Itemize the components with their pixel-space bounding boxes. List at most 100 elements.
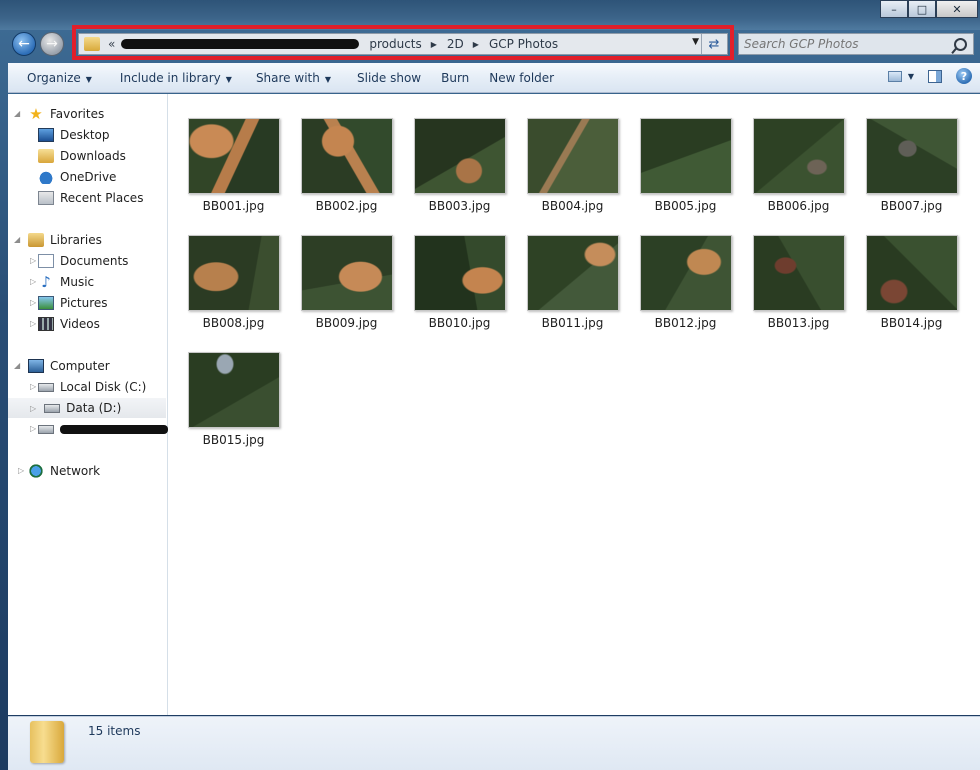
share-with-menu[interactable]: Share with ▼ — [242, 71, 341, 85]
include-in-library-menu[interactable]: Include in library ▼ — [102, 71, 242, 85]
organize-menu[interactable]: Organize ▼ — [8, 71, 102, 85]
file-item[interactable]: BB010.jpg — [403, 235, 516, 330]
collapse-arrow-icon[interactable]: ◢ — [14, 361, 20, 370]
expand-arrow-icon[interactable]: ▷ — [30, 277, 36, 286]
navigation-pane: ◢ ★ Favorites Desktop Downloads OneDrive … — [8, 94, 168, 715]
sidebar-item-data-d[interactable]: ▷ Data (D:) — [8, 398, 166, 418]
hard-drive-icon — [44, 403, 61, 413]
include-in-library-label: Include in library — [119, 70, 221, 85]
file-item[interactable]: BB004.jpg — [516, 118, 629, 213]
expand-arrow-icon[interactable]: ▷ — [18, 466, 24, 475]
collapse-arrow-icon[interactable]: ◢ — [14, 109, 20, 118]
search-box[interactable] — [738, 33, 974, 55]
sidebar-item-desktop[interactable]: Desktop — [38, 125, 110, 145]
change-view-icon[interactable] — [887, 70, 902, 82]
file-item[interactable]: BB008.jpg — [177, 235, 290, 330]
file-name: BB005.jpg — [654, 199, 717, 213]
burn-button[interactable]: Burn — [431, 71, 479, 85]
file-name: BB003.jpg — [428, 199, 491, 213]
slide-show-button[interactable]: Slide show — [341, 71, 431, 85]
file-name: BB004.jpg — [541, 199, 604, 213]
address-highlight-annotation — [72, 25, 734, 60]
film-icon — [38, 317, 54, 331]
file-item[interactable]: BB014.jpg — [855, 235, 968, 330]
file-item[interactable]: BB012.jpg — [629, 235, 742, 330]
file-item[interactable]: BB003.jpg — [403, 118, 516, 213]
file-name: BB008.jpg — [202, 316, 265, 330]
sidebar-item-label: Documents — [60, 254, 129, 268]
sidebar-item-label: Libraries — [50, 233, 102, 247]
file-item[interactable]: BB009.jpg — [290, 235, 403, 330]
sidebar-item-local-disk-c[interactable]: Local Disk (C:) — [38, 377, 146, 397]
collapse-arrow-icon[interactable]: ◢ — [14, 235, 20, 244]
aerial-photo-thumbnail — [639, 235, 732, 311]
file-name: BB013.jpg — [767, 316, 830, 330]
new-folder-button[interactable]: New folder — [479, 71, 564, 85]
file-item[interactable]: BB001.jpg — [177, 118, 290, 213]
expand-arrow-icon[interactable]: ▷ — [30, 404, 36, 413]
forward-button[interactable]: → — [40, 32, 64, 56]
file-item[interactable]: BB002.jpg — [290, 118, 403, 213]
help-icon[interactable]: ? — [956, 68, 972, 84]
file-item[interactable]: BB005.jpg — [629, 118, 742, 213]
file-name: BB007.jpg — [880, 199, 943, 213]
expand-arrow-icon[interactable]: ▷ — [30, 319, 36, 328]
sidebar-item-label: Network — [50, 464, 101, 478]
sidebar-item-label: Videos — [60, 317, 100, 331]
sidebar-item-music[interactable]: ♪ Music — [38, 272, 94, 292]
close-button[interactable]: ✕ — [936, 0, 978, 18]
view-dropdown-icon[interactable]: ▼ — [908, 72, 914, 81]
sidebar-item-label: Desktop — [60, 128, 110, 142]
redacted-drive-label — [60, 424, 168, 434]
aerial-photo-thumbnail — [187, 352, 280, 428]
organize-label: Organize — [27, 70, 81, 85]
preview-pane-icon[interactable] — [928, 69, 942, 83]
maximize-button[interactable]: □ — [908, 0, 936, 18]
aerial-photo-thumbnail — [752, 118, 845, 194]
hard-drive-icon — [38, 382, 54, 392]
sidebar-item-recent-places[interactable]: Recent Places — [38, 188, 143, 208]
desktop-icon — [38, 128, 54, 142]
sidebar-item-onedrive[interactable]: OneDrive — [38, 167, 116, 187]
file-item[interactable]: BB015.jpg — [177, 352, 290, 447]
file-item[interactable]: BB006.jpg — [742, 118, 855, 213]
star-icon: ★ — [29, 105, 43, 123]
chevron-down-icon: ▼ — [85, 74, 92, 84]
file-item[interactable]: BB007.jpg — [855, 118, 968, 213]
file-item[interactable]: BB013.jpg — [742, 235, 855, 330]
back-button[interactable]: ← — [12, 32, 36, 56]
sidebar-item-videos[interactable]: Videos — [38, 314, 100, 334]
sidebar-item-network[interactable]: Network — [28, 461, 100, 481]
minimize-button[interactable]: – — [880, 0, 908, 18]
search-input[interactable] — [739, 36, 946, 52]
chevron-down-icon: ▼ — [225, 74, 232, 84]
file-item[interactable]: BB011.jpg — [516, 235, 629, 330]
sidebar-item-label: Data (D:) — [66, 401, 122, 415]
expand-arrow-icon[interactable]: ▷ — [30, 424, 36, 433]
sidebar-item-network-drive[interactable] — [38, 419, 168, 439]
music-note-icon: ♪ — [41, 273, 51, 291]
sidebar-item-computer[interactable]: Computer — [28, 356, 110, 376]
expand-arrow-icon[interactable]: ▷ — [30, 382, 36, 391]
library-icon — [28, 233, 44, 247]
aerial-photo-thumbnail — [413, 118, 506, 194]
file-name: BB015.jpg — [202, 433, 265, 447]
sidebar-item-pictures[interactable]: Pictures — [38, 293, 108, 313]
sidebar-item-documents[interactable]: Documents — [38, 251, 128, 271]
network-drive-icon — [38, 424, 54, 434]
network-globe-icon — [28, 464, 44, 478]
explorer-window: – □ ✕ ← → « products ▶ 2D ▶ GCP Photos ▼… — [0, 0, 980, 770]
aerial-photo-thumbnail — [300, 118, 393, 194]
sidebar-item-favorites[interactable]: ★ Favorites — [28, 104, 104, 124]
folder-icon — [30, 721, 64, 763]
command-bar: Organize ▼ Include in library ▼ Share with… — [8, 63, 980, 93]
file-name: BB014.jpg — [880, 316, 943, 330]
file-name: BB011.jpg — [541, 316, 604, 330]
expand-arrow-icon[interactable]: ▷ — [30, 256, 36, 265]
expand-arrow-icon[interactable]: ▷ — [30, 298, 36, 307]
sidebar-item-downloads[interactable]: Downloads — [38, 146, 126, 166]
file-name: BB012.jpg — [654, 316, 717, 330]
aerial-photo-thumbnail — [526, 118, 619, 194]
search-icon[interactable] — [954, 38, 967, 51]
sidebar-item-libraries[interactable]: Libraries — [28, 230, 102, 250]
